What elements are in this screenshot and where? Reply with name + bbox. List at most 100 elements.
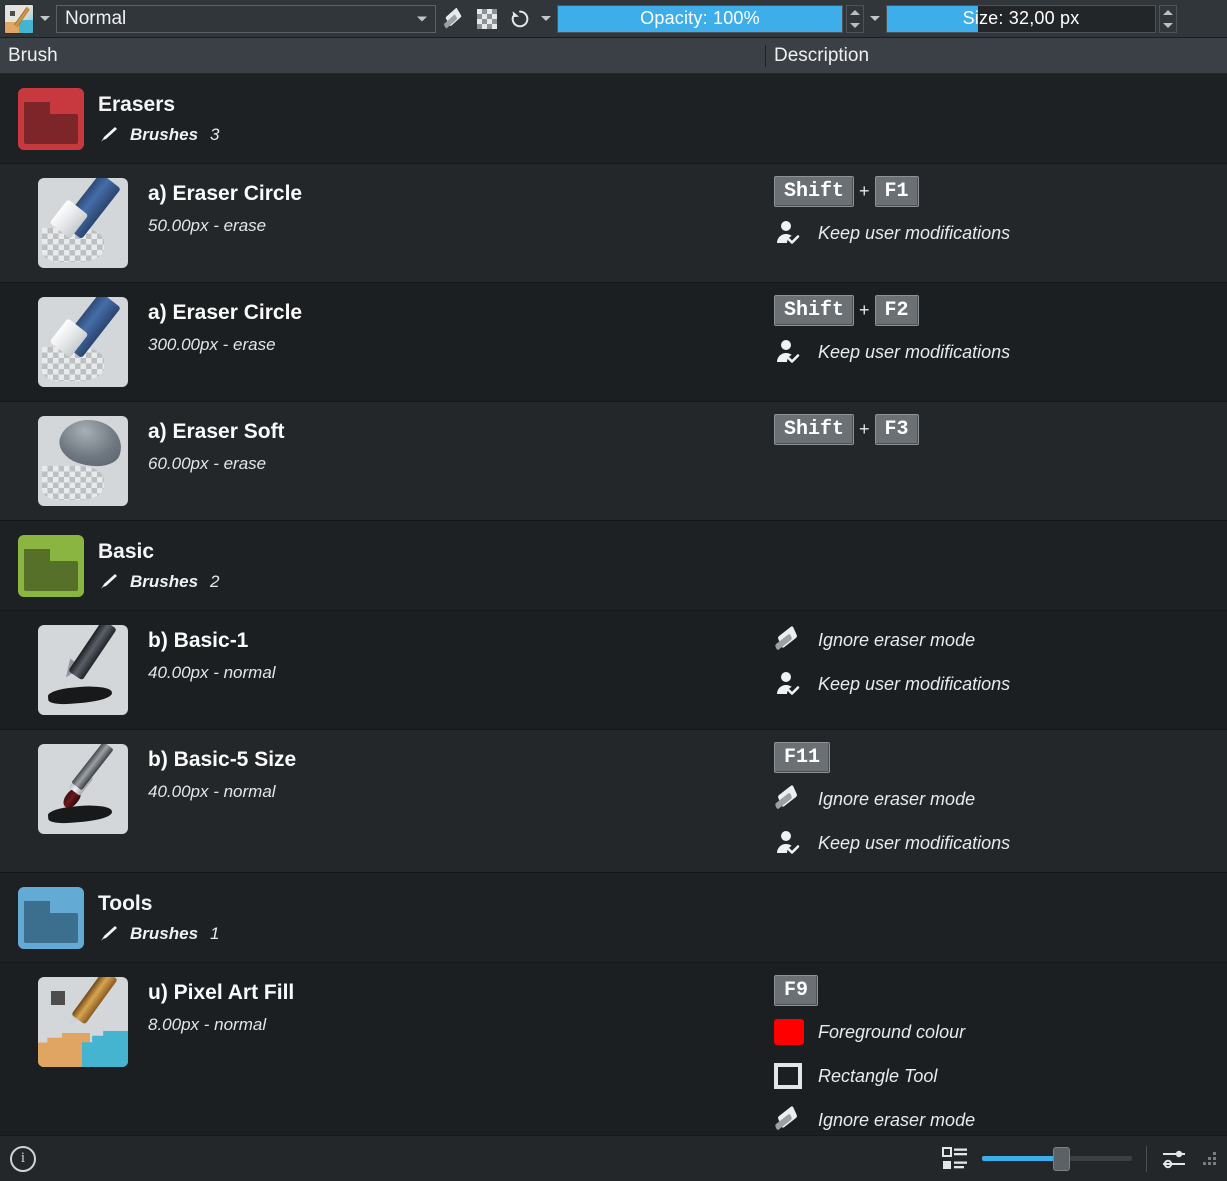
brush-info: a) Eraser Soft 60.00px - erase: [148, 416, 285, 474]
brush-name: a) Eraser Circle: [148, 301, 303, 324]
description-line: Foreground colour: [774, 1013, 1227, 1051]
shortcut-plus: +: [859, 180, 870, 201]
eraser-circle-thumbnail[interactable]: [38, 178, 128, 268]
brush-preset-thumbnail[interactable]: [4, 3, 34, 34]
opacity-label: Opacity: 100%: [640, 8, 760, 28]
description-line: Ignore eraser mode: [774, 780, 1227, 818]
shortcut-key: F9: [774, 974, 819, 1006]
description-text: Rectangle Tool: [818, 1065, 938, 1086]
brush-info: u) Pixel Art Fill 8.00px - normal: [148, 977, 294, 1035]
column-header: Brush Description: [0, 38, 1227, 74]
shortcut-keys: Shift + F1: [774, 174, 1227, 208]
preset-dropdown-button[interactable]: [37, 4, 53, 34]
status-controls: [942, 1145, 1217, 1172]
opacity-spinner[interactable]: [846, 4, 864, 33]
alpha-lock-button[interactable]: [472, 4, 502, 34]
brush-row[interactable]: b) Basic-1 40.00px - normal Ignore eraser …: [0, 611, 1227, 730]
folder-icon: [18, 886, 84, 949]
slider-fill: [982, 1156, 1062, 1161]
chevron-down-icon: [870, 16, 880, 21]
brush-row[interactable]: b) Basic-5 Size 40.00px - normal F11 Ignore…: [0, 730, 1227, 873]
opacity-dropdown-button[interactable]: [867, 4, 883, 34]
brush-group-header[interactable]: Tools Brushes 1: [0, 873, 1227, 963]
brush-meta: 40.00px - normal: [148, 782, 276, 801]
brush-meta: 40.00px - normal: [148, 663, 276, 682]
reload-preset-button[interactable]: [505, 4, 535, 34]
size-spinner[interactable]: [1159, 4, 1177, 33]
transparency-checker: [42, 466, 104, 500]
preset-thumb-square: [10, 10, 15, 16]
brush-left: u) Pixel Art Fill 8.00px - normal: [0, 963, 766, 1135]
group-brushes-count: 3: [210, 124, 220, 144]
brush-group-header[interactable]: Erasers Brushes 3: [0, 74, 1227, 164]
group-text: Basic Brushes 2: [98, 540, 220, 592]
brush-info: a) Eraser Circle 300.00px - erase: [148, 297, 302, 355]
description-text: Keep user modifications: [818, 673, 1011, 694]
settings-sliders-icon[interactable]: [1161, 1147, 1187, 1171]
shortcut-key: F11: [774, 741, 831, 773]
brush-group-header[interactable]: Basic Brushes 2: [0, 521, 1227, 611]
pixel-art-fill-thumbnail[interactable]: [38, 977, 128, 1067]
list-view-icon[interactable]: [942, 1146, 968, 1171]
description-line: Ignore eraser mode: [774, 621, 1227, 659]
pen-thumbnail[interactable]: [38, 625, 128, 715]
thumbnail-size-slider[interactable]: [982, 1146, 1132, 1171]
chevron-down-icon: [541, 16, 551, 21]
brush-list: Erasers Brushes 3 a) Eraser Circle 50.00px -…: [0, 74, 1227, 1135]
description-text: Ignore eraser mode: [818, 1109, 976, 1130]
shortcut-keys: Shift + F2: [774, 293, 1227, 327]
reload-dropdown-button[interactable]: [538, 4, 554, 34]
brush-name: a) Eraser Soft: [148, 420, 285, 443]
shortcut-key: Shift: [774, 294, 855, 326]
status-divider: [1146, 1145, 1147, 1172]
chevron-down-icon: [417, 16, 427, 21]
brush-row[interactable]: a) Eraser Circle 50.00px - erase Shift + F1 K…: [0, 164, 1227, 283]
pen-stroke: [47, 684, 113, 706]
brush-toolbar: Normal Opacity: 100% Size: 32,00 px: [0, 0, 1227, 38]
eraser-circle-thumbnail[interactable]: [38, 297, 128, 387]
shortcut-key: F3: [874, 413, 919, 445]
keep-user-modifications-icon: [777, 340, 800, 363]
column-header-description[interactable]: Description: [766, 45, 1227, 67]
shortcut-key: F1: [874, 175, 919, 207]
description-line: Keep user modifications: [774, 214, 1227, 252]
pixel-square: [51, 991, 65, 1005]
description-line: Keep user modifications: [774, 333, 1227, 371]
brush-description: Ignore eraser mode Keep user modification…: [766, 611, 1227, 729]
ignore-eraser-mode-icon: [774, 1105, 802, 1131]
blending-mode-select[interactable]: Normal: [56, 4, 436, 33]
brush-row[interactable]: u) Pixel Art Fill 8.00px - normal F9 Foregr…: [0, 963, 1227, 1135]
brush-left: a) Eraser Circle 300.00px - erase: [0, 283, 766, 401]
keep-user-modifications-icon: [777, 221, 800, 244]
keep-user-modifications-icon: [777, 831, 800, 854]
brush-row[interactable]: a) Eraser Circle 300.00px - erase Shift + F2…: [0, 283, 1227, 402]
group-brushes-count: 1: [210, 923, 220, 943]
ignore-eraser-mode-icon: [774, 625, 802, 651]
shortcut-key: F2: [874, 294, 919, 326]
opacity-slider[interactable]: Opacity: 100%: [557, 4, 843, 33]
info-icon[interactable]: i: [10, 1145, 36, 1172]
group-brushes-label: Brushes: [130, 923, 199, 943]
brush-name: a) Eraser Circle: [148, 182, 303, 205]
column-header-brush[interactable]: Brush: [0, 44, 766, 67]
folder-icon: [18, 87, 84, 150]
brush-thumbnail[interactable]: [38, 744, 128, 834]
pen-body: [68, 625, 117, 681]
group-brushes-count: 2: [210, 571, 220, 591]
size-slider[interactable]: Size: 32,00 px: [886, 4, 1156, 33]
brush-left: a) Eraser Soft 60.00px - erase: [0, 402, 766, 520]
brush-stroke: [47, 803, 113, 825]
eraser-mode-button[interactable]: [439, 4, 469, 34]
eraser-soft-thumbnail[interactable]: [38, 416, 128, 506]
brush-description: Shift + F3: [766, 402, 1227, 520]
brush-presets-docker: Normal Opacity: 100% Size: 32,00 px Brus…: [0, 0, 1227, 1181]
reload-icon: [511, 10, 529, 27]
resize-grip-icon[interactable]: [1203, 1151, 1217, 1166]
shortcut-keys: F9: [774, 973, 1227, 1007]
slider-handle[interactable]: [1053, 1146, 1071, 1171]
eraser-icon: [443, 7, 465, 30]
description-line: Keep user modifications: [774, 824, 1227, 862]
paintbrush-icon: [101, 925, 117, 941]
brush-row[interactable]: a) Eraser Soft 60.00px - erase Shift + F3: [0, 402, 1227, 521]
chevron-down-icon: [40, 16, 50, 21]
